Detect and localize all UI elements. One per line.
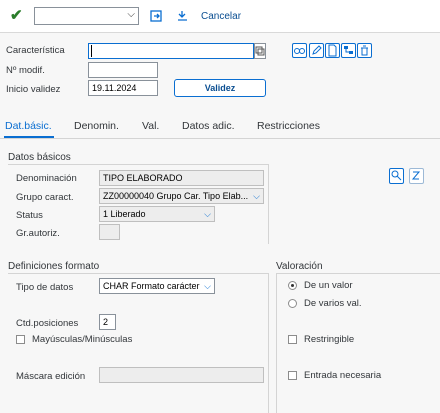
de-varios-val-radio[interactable] [288, 299, 297, 308]
entrada-necesaria-checkbox[interactable] [288, 371, 297, 380]
confirm-check-icon[interactable]: ✔ [10, 8, 23, 24]
sort-icon[interactable] [409, 168, 424, 184]
tipo-datos-select[interactable]: CHAR Formato carácter ⌵ [99, 278, 215, 294]
inicio-validez-input[interactable]: 19.11.2024 [88, 80, 158, 96]
chevron-down-icon[interactable]: ⌵ [253, 189, 260, 203]
tab-divider [0, 138, 440, 139]
mayusculas-label: Mayúsculas/Minúsculas [32, 334, 133, 345]
tab-dat-basic[interactable]: Dat.básic. [5, 120, 52, 132]
validez-button[interactable]: Validez [174, 79, 266, 97]
restringible-label: Restringible [304, 334, 355, 345]
ctd-posiciones-label: Ctd.posiciones [16, 318, 79, 329]
tab-val[interactable]: Val. [142, 120, 159, 132]
shortcut-icon[interactable] [175, 9, 189, 23]
grupo-caract-select[interactable]: ZZ00000040 Grupo Car. Tipo Elab... ⌵ [99, 188, 264, 204]
entrada-necesaria-label: Entrada necesaria [304, 370, 382, 381]
status-label: Status [16, 210, 43, 221]
grupo-caract-value: ZZ00000040 Grupo Car. Tipo Elab... [103, 191, 249, 201]
tab-denomin[interactable]: Denomin. [74, 120, 119, 132]
nmodif-input[interactable] [88, 62, 158, 78]
value-help-icon[interactable] [254, 43, 266, 59]
search-icon[interactable] [389, 168, 404, 184]
tipo-datos-label: Tipo de datos [16, 282, 74, 293]
status-select[interactable]: 1 Liberado ⌵ [99, 206, 215, 222]
valoracion-frame [276, 273, 440, 413]
delete-trash-icon[interactable] [357, 43, 372, 58]
inicio-validez-label: Inicio validez [6, 84, 61, 95]
caracteristica-label: Característica [6, 45, 65, 56]
gr-autoriz-label: Gr.autoriz. [16, 228, 60, 239]
caracteristica-input[interactable] [88, 43, 254, 59]
valoracion-title: Valoración [276, 261, 323, 272]
chevron-down-icon[interactable]: ⌵ [204, 207, 211, 221]
edit-pencil-icon[interactable] [309, 43, 324, 58]
display-icon[interactable] [292, 43, 307, 58]
command-field[interactable]: ⌵ [34, 7, 139, 25]
de-un-valor-radio[interactable] [288, 281, 297, 290]
definiciones-formato-title: Definiciones formato [8, 261, 100, 272]
tab-restricciones[interactable]: Restricciones [257, 120, 320, 132]
denominacion-label: Denominación [16, 173, 77, 184]
restringible-checkbox[interactable] [288, 335, 297, 344]
de-un-valor-label: De un valor [304, 280, 353, 291]
mascara-edicion-label: Máscara edición [16, 371, 86, 382]
tipo-datos-value: CHAR Formato carácter [103, 281, 200, 291]
chevron-down-icon[interactable]: ⌵ [204, 279, 211, 293]
ctd-posiciones-input[interactable]: 2 [99, 314, 116, 330]
text-caret [91, 45, 92, 57]
nmodif-label: Nº modif. [6, 65, 45, 76]
datos-basicos-title: Datos básicos [8, 152, 71, 163]
tab-datos-adic[interactable]: Datos adic. [182, 120, 235, 132]
chevron-down-icon[interactable]: ⌵ [127, 9, 135, 20]
mascara-edicion-field [99, 367, 264, 383]
new-session-icon[interactable] [149, 9, 163, 23]
create-document-icon[interactable] [325, 43, 340, 58]
hierarchy-icon[interactable] [341, 43, 356, 58]
mayusculas-checkbox[interactable] [16, 335, 25, 344]
denominacion-field: TIPO ELABORADO [99, 170, 264, 186]
de-varios-val-label: De varios val. [304, 298, 362, 309]
gr-autoriz-field [99, 224, 120, 240]
grupo-caract-label: Grupo caract. [16, 192, 74, 203]
status-value: 1 Liberado [103, 209, 146, 219]
cancel-button[interactable]: Cancelar [201, 11, 241, 22]
